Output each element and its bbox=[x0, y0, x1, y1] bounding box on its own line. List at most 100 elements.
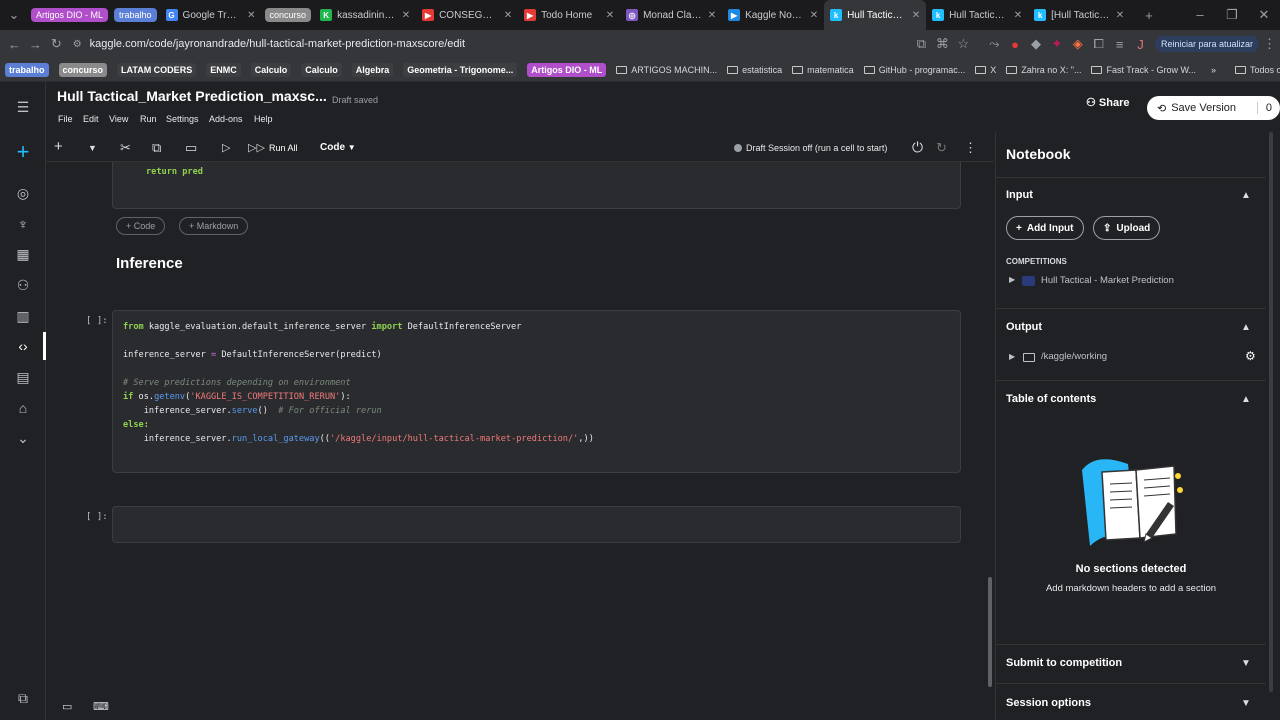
input-section-header[interactable]: Input bbox=[1006, 189, 1033, 201]
back-icon[interactable]: ← bbox=[4, 37, 25, 52]
browser-tab[interactable]: G Google Tradutor✕ bbox=[160, 0, 262, 30]
all-bookmarks[interactable]: Todos os favoritos bbox=[1235, 65, 1280, 75]
more-chevron-icon[interactable]: ⌄ bbox=[13, 428, 33, 448]
models-icon[interactable]: ⚇ bbox=[13, 275, 33, 295]
competition-item[interactable]: Hull Tactical - Market Prediction bbox=[1041, 275, 1174, 286]
chevron-up-icon[interactable]: ▲ bbox=[1241, 394, 1251, 405]
chevron-down-icon[interactable]: ▼ bbox=[1241, 698, 1251, 709]
bookmark-item[interactable]: matematica bbox=[792, 65, 854, 75]
new-tab-icon[interactable]: + bbox=[1138, 8, 1160, 23]
add-code-button[interactable]: + Code bbox=[116, 217, 166, 235]
tab-group-chip[interactable]: concurso bbox=[264, 8, 312, 22]
bookmark-item[interactable]: X bbox=[975, 65, 996, 75]
extension-icon[interactable]: ◆ bbox=[1026, 36, 1047, 52]
extension-icon[interactable]: ● bbox=[1005, 37, 1026, 52]
datasets-table-icon[interactable]: ▦ bbox=[13, 244, 33, 264]
save-version-button[interactable]: ⟲ Save Version 0 bbox=[1147, 96, 1280, 120]
code-cell-empty[interactable] bbox=[112, 506, 961, 543]
bookmark-star-icon[interactable]: ☆ bbox=[953, 36, 974, 52]
tab-group-chip[interactable]: trabalho bbox=[114, 8, 157, 22]
browser-tab[interactable]: ▶ Todo Home ✕ bbox=[518, 0, 620, 30]
learn-icon[interactable]: ⌂ bbox=[13, 398, 33, 418]
update-button[interactable]: Reiniciar para atualizar bbox=[1154, 36, 1260, 52]
bookmark-item[interactable]: concurso bbox=[58, 62, 108, 77]
competitions-trophy-icon[interactable]: ♆ bbox=[13, 214, 33, 234]
tab-close-icon[interactable]: ✕ bbox=[804, 10, 818, 21]
panel-scrollbar[interactable] bbox=[1269, 132, 1273, 692]
extension-icon[interactable]: ◈ bbox=[1067, 36, 1088, 52]
chevron-up-icon[interactable]: ▲ bbox=[1241, 190, 1251, 201]
reading-list-icon[interactable]: ≡ bbox=[1109, 37, 1130, 52]
restart-icon[interactable]: ↻ bbox=[936, 140, 947, 156]
submit-section-header[interactable]: Submit to competition bbox=[1006, 657, 1122, 669]
tab-close-icon[interactable]: ✕ bbox=[906, 10, 920, 21]
maximize-icon[interactable]: ❐ bbox=[1216, 7, 1248, 23]
add-cell-dropdown-icon[interactable]: ▼ bbox=[88, 143, 97, 153]
run-cell-icon[interactable]: ▷ bbox=[222, 141, 230, 154]
close-window-icon[interactable]: ✕ bbox=[1248, 7, 1280, 23]
menu-addons[interactable]: Add-ons bbox=[209, 114, 243, 124]
hamburger-menu-icon[interactable]: ☰ bbox=[13, 97, 33, 117]
bookmark-item[interactable]: Geometria - Trigonome... bbox=[403, 62, 518, 77]
browser-tab[interactable]: k Hull Tactical - M✕ bbox=[926, 0, 1028, 30]
extension-icon[interactable]: ⤳ bbox=[984, 36, 1005, 52]
more-options-icon[interactable]: ⋮ bbox=[964, 140, 977, 156]
toc-section-header[interactable]: Table of contents bbox=[1006, 393, 1096, 405]
site-info-icon[interactable]: ⚙ bbox=[67, 39, 88, 50]
cut-icon[interactable]: ✂ bbox=[120, 140, 131, 156]
tab-close-icon[interactable]: ✕ bbox=[702, 10, 716, 21]
minimize-icon[interactable]: – bbox=[1184, 7, 1216, 23]
create-plus-icon[interactable]: + bbox=[13, 141, 33, 163]
bookmark-item[interactable]: Algebra bbox=[351, 62, 394, 77]
bookmark-item[interactable]: ARTIGOS MACHIN... bbox=[616, 65, 717, 75]
bookmark-item[interactable]: Fast Track - Grow W... bbox=[1091, 65, 1196, 75]
profile-avatar-icon[interactable]: J bbox=[1130, 37, 1151, 52]
paste-icon[interactable]: ▭ bbox=[185, 140, 197, 156]
bookmark-item[interactable]: LATAM CODERS bbox=[117, 62, 197, 77]
expand-arrow-icon[interactable]: ▶ bbox=[1009, 352, 1015, 361]
console-icon[interactable]: ▭ bbox=[62, 700, 72, 713]
add-markdown-button[interactable]: + Markdown bbox=[179, 217, 249, 235]
expand-arrow-icon[interactable]: ▶ bbox=[1009, 275, 1015, 284]
bookmark-item[interactable]: Calculo bbox=[301, 62, 342, 77]
tab-close-icon[interactable]: ✕ bbox=[1110, 10, 1124, 21]
add-cell-icon[interactable]: + bbox=[54, 138, 63, 155]
code-cell-inference[interactable]: from kaggle_evaluation.default_inference… bbox=[112, 310, 961, 473]
bookmark-item[interactable]: Calculo bbox=[250, 62, 292, 77]
benchmarks-chart-icon[interactable]: ▥ bbox=[13, 306, 33, 326]
scrollbar-thumb[interactable] bbox=[988, 577, 992, 687]
upload-button[interactable]: ⇪ Upload bbox=[1093, 216, 1161, 240]
browser-tab[interactable]: Kkassadinincel Si✕ bbox=[314, 0, 416, 30]
browser-tab[interactable]: k [Hull Tactical] B✕ bbox=[1028, 0, 1130, 30]
tab-close-icon[interactable]: ✕ bbox=[498, 10, 512, 21]
output-section-header[interactable]: Output bbox=[1006, 321, 1042, 333]
bookmark-item[interactable]: Zahra no X: "... bbox=[1006, 65, 1081, 75]
tab-search-icon[interactable]: ⌄ bbox=[0, 7, 28, 23]
browser-tab[interactable]: ◎ Monad Claim P✕ bbox=[620, 0, 722, 30]
tab-close-icon[interactable]: ✕ bbox=[600, 10, 614, 21]
discussions-icon[interactable]: ▤ bbox=[13, 367, 33, 387]
menu-help[interactable]: Help bbox=[254, 114, 273, 124]
forward-icon[interactable]: → bbox=[25, 37, 46, 52]
menu-edit[interactable]: Edit bbox=[83, 114, 99, 124]
extensions-puzzle-icon[interactable]: ⧠ bbox=[1088, 36, 1109, 52]
browser-tab[interactable]: k Hull Tactical_M✕ bbox=[824, 0, 927, 30]
bookmark-item[interactable]: estatistica bbox=[727, 65, 782, 75]
code-cell-previous[interactable]: return pred bbox=[112, 162, 961, 209]
run-all-button[interactable]: Run All bbox=[269, 143, 298, 153]
more-bookmarks-icon[interactable]: » bbox=[1211, 65, 1216, 75]
url-field[interactable]: kaggle.com/code/jayronandrade/hull-tacti… bbox=[90, 38, 831, 50]
install-icon[interactable]: ⧉ bbox=[911, 36, 932, 52]
reload-icon[interactable]: ↻ bbox=[46, 36, 67, 52]
tab-group-chip[interactable]: Artigos DIO - ML bbox=[31, 8, 109, 22]
menu-file[interactable]: File bbox=[58, 114, 73, 124]
extension-icon[interactable]: ✦ bbox=[1046, 36, 1067, 52]
output-folder-item[interactable]: /kaggle/working bbox=[1041, 351, 1107, 362]
chevron-down-icon[interactable]: ▼ bbox=[1241, 658, 1251, 669]
tab-close-icon[interactable]: ✕ bbox=[241, 10, 255, 21]
menu-settings[interactable]: Settings bbox=[166, 114, 199, 124]
bookmark-item[interactable]: GitHub - programac... bbox=[863, 65, 965, 75]
cell-type-select[interactable]: Code ▼ bbox=[320, 142, 356, 153]
tab-close-icon[interactable]: ✕ bbox=[1008, 10, 1022, 21]
tab-close-icon[interactable]: ✕ bbox=[396, 10, 410, 21]
